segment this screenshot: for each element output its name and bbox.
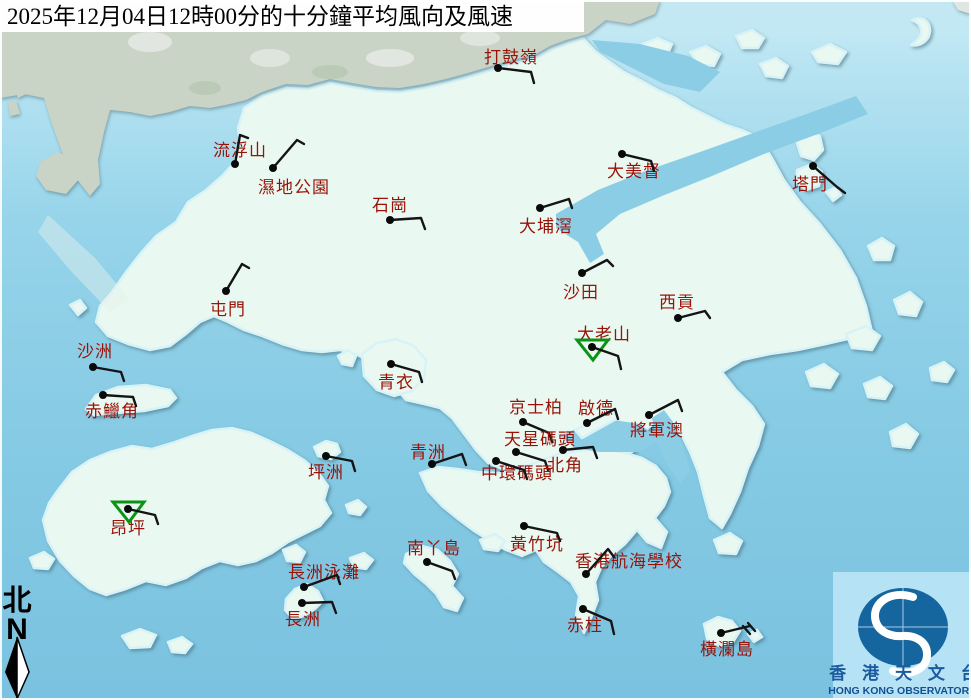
station-dot bbox=[222, 287, 230, 295]
hong-kong-wind-map: 打鼓嶺 流浮山 濕地公園 石崗 大埔滘 大美督 bbox=[0, 0, 971, 700]
station-dot bbox=[231, 160, 239, 168]
station-dot bbox=[809, 162, 817, 170]
station-dot bbox=[492, 457, 500, 465]
station-label: 塔門 bbox=[792, 175, 828, 195]
station-dot bbox=[428, 460, 436, 468]
station-dot bbox=[559, 446, 567, 454]
station-label: 長洲 bbox=[285, 610, 321, 630]
station-label: 南丫島 bbox=[407, 539, 461, 559]
station-dot bbox=[89, 363, 97, 371]
station-dot bbox=[520, 522, 528, 530]
urban-texture-4 bbox=[460, 30, 500, 46]
station-label: 沙洲 bbox=[77, 342, 113, 362]
title-bar: 2025年12月04日12時00分的十分鐘平均風向及風速 bbox=[0, 0, 584, 32]
station-label: 屯門 bbox=[210, 300, 246, 320]
station-label: 坪洲 bbox=[308, 463, 344, 483]
station-dot bbox=[519, 418, 527, 426]
station-dot bbox=[579, 605, 587, 613]
station-dot bbox=[387, 360, 395, 368]
wind-map-screenshot: 打鼓嶺 流浮山 濕地公園 石崗 大埔滘 大美督 bbox=[0, 0, 971, 700]
station-dot bbox=[322, 452, 330, 460]
station-dot bbox=[124, 505, 132, 513]
logo-name-chinese: 香 港 天 文 台 bbox=[829, 663, 971, 684]
station-label: 啟德 bbox=[578, 399, 614, 419]
map-title: 2025年12月04日12時00分的十分鐘平均風向及風速 bbox=[7, 4, 513, 29]
station-label: 黃竹坑 bbox=[510, 535, 564, 555]
station-label: 京士柏 bbox=[509, 398, 563, 418]
urban-texture-2 bbox=[250, 49, 290, 67]
station-dot bbox=[536, 204, 544, 212]
station-dot bbox=[645, 411, 653, 419]
urban-texture-1 bbox=[128, 32, 172, 52]
station-dot bbox=[512, 448, 520, 456]
urban-texture-3 bbox=[366, 49, 414, 67]
station-dot bbox=[298, 599, 306, 607]
station-label: 濕地公園 bbox=[258, 178, 330, 198]
station-label: 橫瀾島 bbox=[700, 640, 754, 660]
station-dot bbox=[618, 150, 626, 158]
station-dot bbox=[674, 314, 682, 322]
station-dot bbox=[386, 216, 394, 224]
logo-name-english: HONG KONG OBSERVATORY bbox=[828, 685, 971, 697]
station-label: 沙田 bbox=[563, 283, 599, 303]
station-dot bbox=[300, 583, 308, 591]
station-dot bbox=[588, 343, 596, 351]
hko-logo: 香 港 天 文 台 HONG KONG OBSERVATORY bbox=[828, 572, 971, 700]
station-label: 赤鱲角 bbox=[85, 402, 139, 422]
compass-north-cn-label: 北 bbox=[2, 583, 31, 617]
station-label: 青衣 bbox=[378, 373, 414, 393]
station-label: 北角 bbox=[547, 456, 583, 476]
station-label: 將軍澳 bbox=[630, 421, 684, 441]
station-dot bbox=[269, 164, 277, 172]
station-dot bbox=[583, 419, 591, 427]
station-label: 赤柱 bbox=[567, 616, 603, 636]
station-dot bbox=[423, 558, 431, 566]
station-label: 石崗 bbox=[372, 196, 408, 216]
station-dot bbox=[582, 570, 590, 578]
station-dot bbox=[578, 269, 586, 277]
station-label: 大老山 bbox=[577, 325, 631, 345]
station-dot bbox=[99, 391, 107, 399]
station-label: 打鼓嶺 bbox=[484, 48, 538, 68]
urban-texture-5 bbox=[312, 65, 348, 79]
station-label: 大埔滘 bbox=[519, 217, 573, 237]
urban-texture-6 bbox=[189, 81, 221, 95]
station-dot bbox=[494, 64, 502, 72]
station-label: 西貢 bbox=[659, 293, 695, 313]
station-label: 流浮山 bbox=[213, 141, 267, 161]
station-dot bbox=[717, 629, 725, 637]
